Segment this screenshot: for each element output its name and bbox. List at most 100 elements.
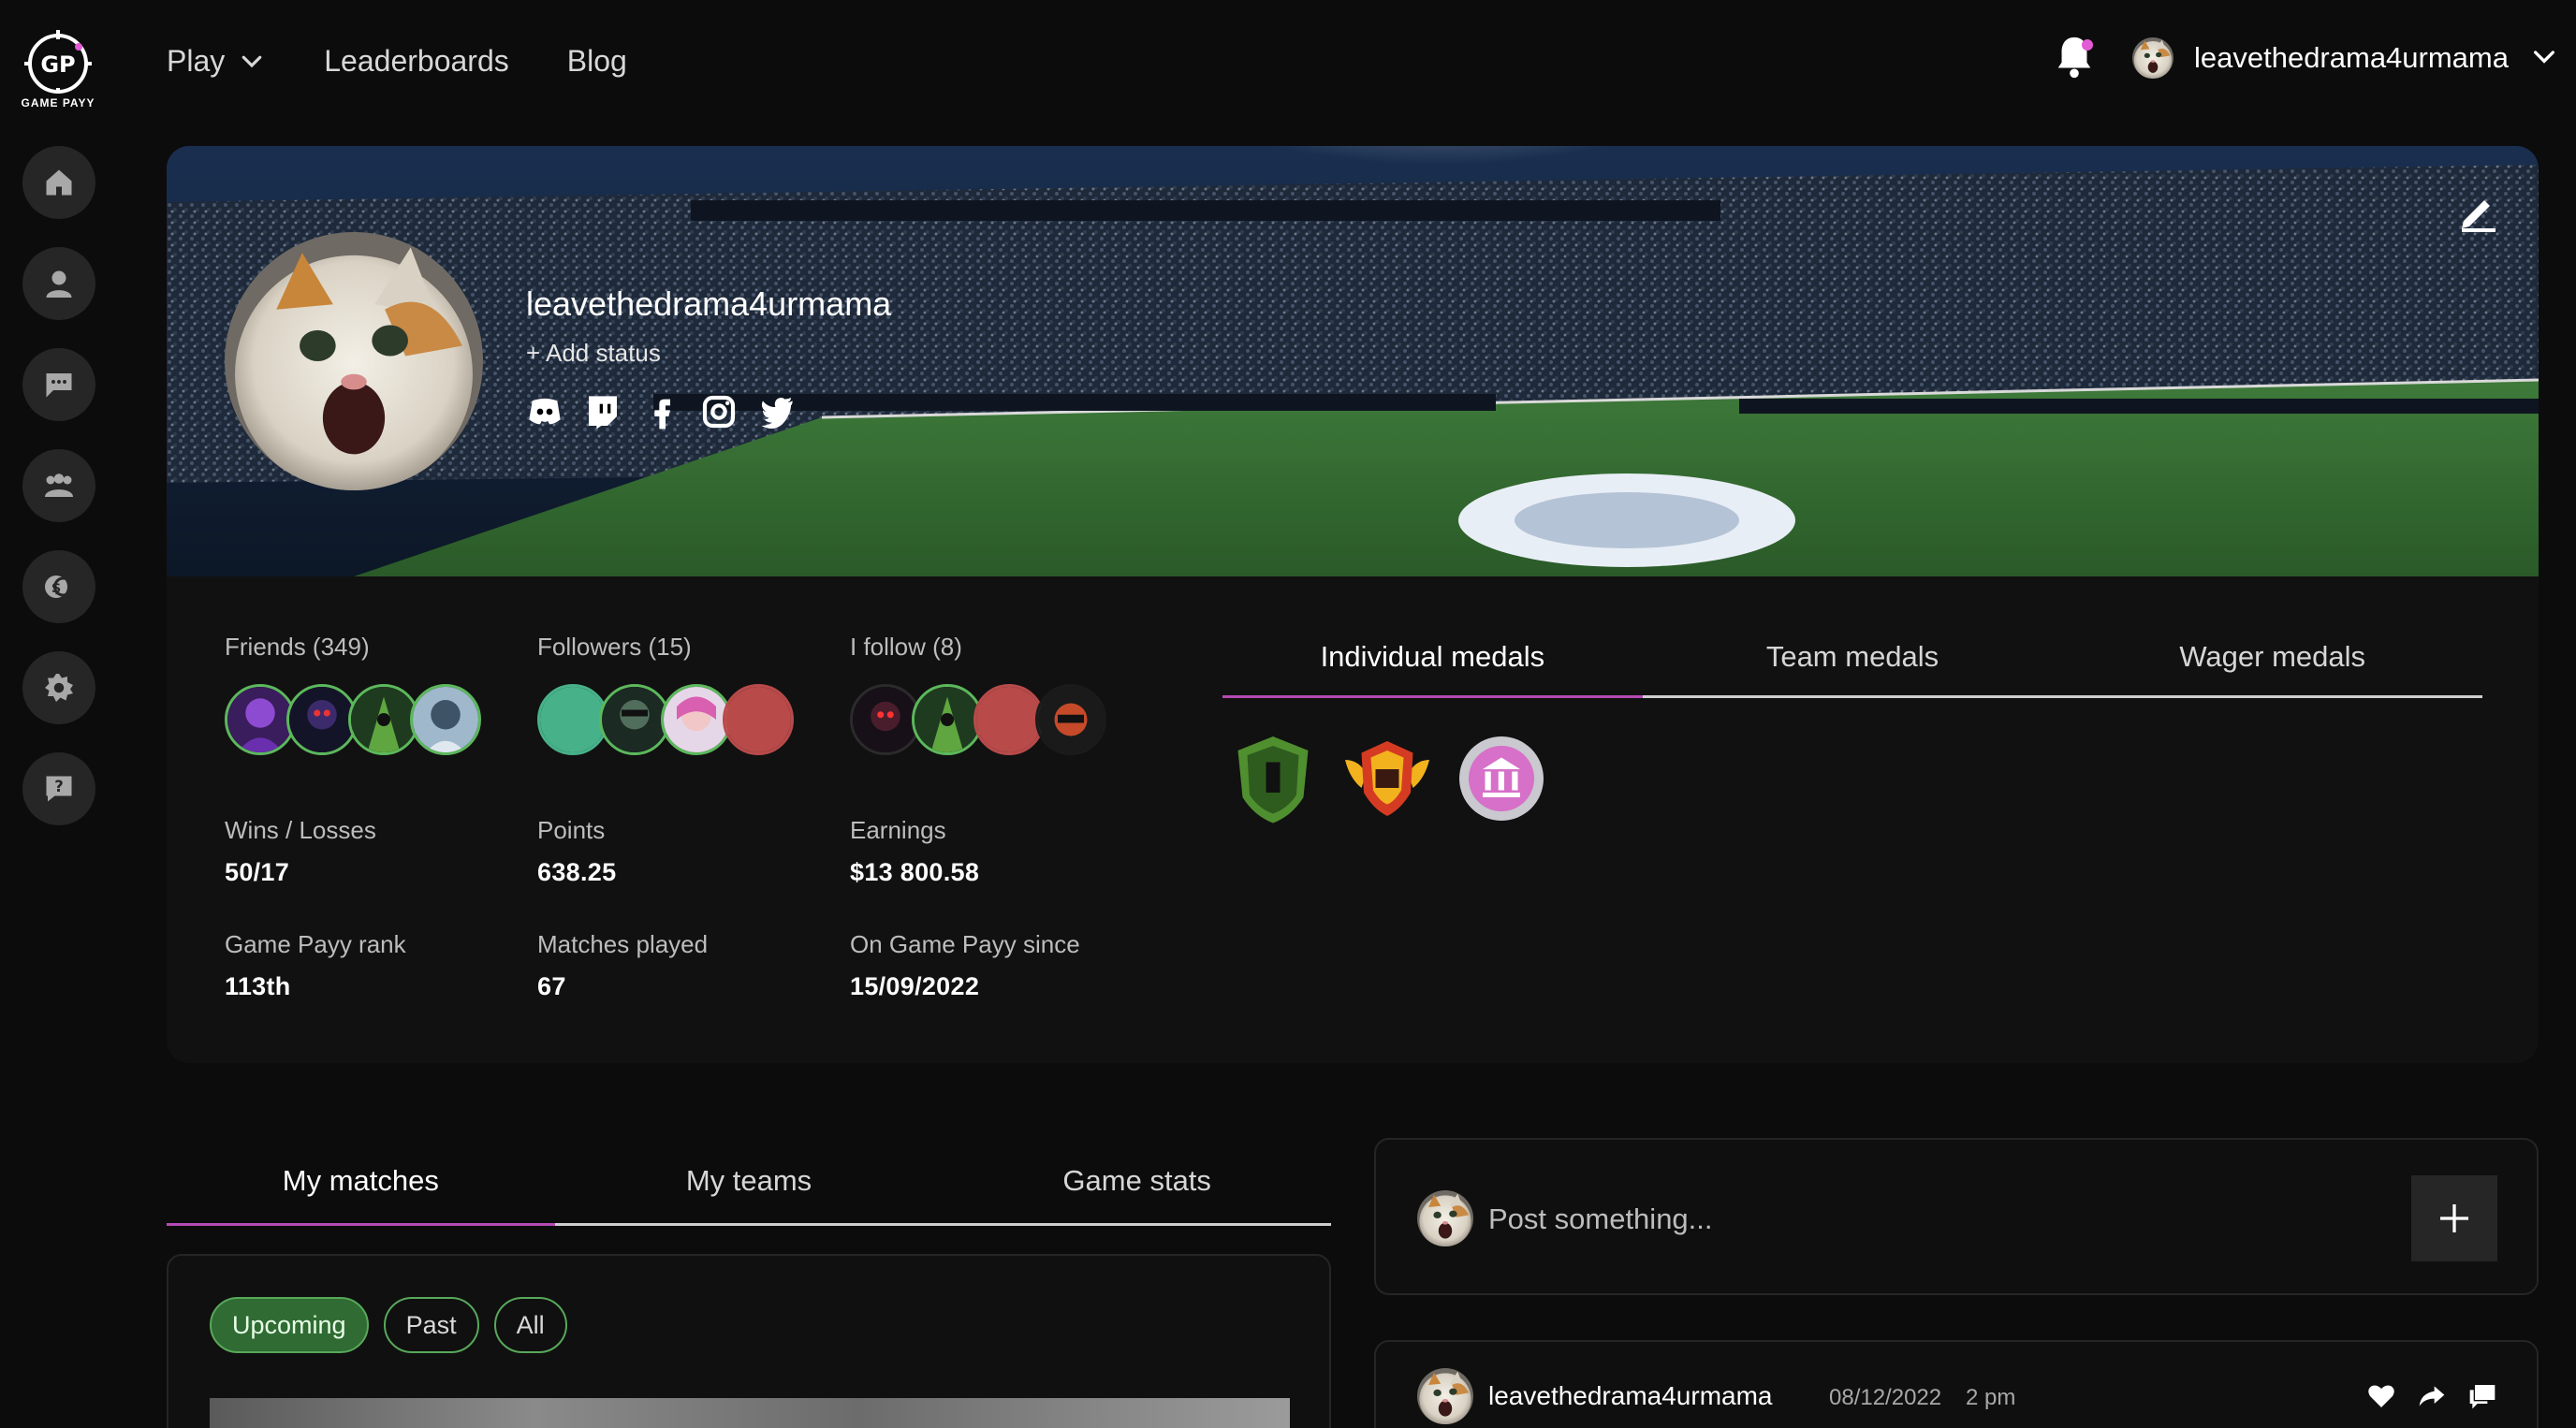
post-input[interactable] bbox=[1488, 1196, 2331, 1243]
winged-shield-medal-icon[interactable] bbox=[1340, 732, 1434, 825]
sidebar-item-settings[interactable] bbox=[22, 651, 95, 724]
shield-medal-icon[interactable] bbox=[1226, 732, 1320, 825]
share-icon[interactable] bbox=[2417, 1381, 2447, 1411]
friend-avatar[interactable] bbox=[286, 684, 358, 755]
filter-upcoming[interactable]: Upcoming bbox=[210, 1297, 369, 1353]
tab-game-stats[interactable]: Game stats bbox=[943, 1144, 1331, 1223]
plus-icon bbox=[2440, 1204, 2468, 1232]
friends-avatars bbox=[225, 684, 481, 755]
filter-all[interactable]: All bbox=[493, 1297, 567, 1353]
following-avatar[interactable] bbox=[912, 684, 983, 755]
followers-label[interactable]: Followers (15) bbox=[537, 633, 794, 662]
following-avatar[interactable] bbox=[1035, 684, 1106, 755]
following-label[interactable]: I follow (8) bbox=[850, 633, 1106, 662]
wallet-icon: $ bbox=[45, 576, 73, 598]
follower-avatar[interactable] bbox=[599, 684, 670, 755]
tab-individual-medals[interactable]: Individual medals bbox=[1222, 623, 1643, 698]
logo-text: GAME PAYY bbox=[21, 96, 95, 109]
follower-avatar[interactable] bbox=[661, 684, 732, 755]
nav-leaderboards-label: Leaderboards bbox=[324, 43, 509, 78]
sidebar-item-profile[interactable] bbox=[22, 247, 95, 320]
friend-avatar[interactable] bbox=[348, 684, 419, 755]
notifications-button[interactable] bbox=[2052, 34, 2097, 82]
svg-text:GP: GP bbox=[40, 51, 75, 78]
nav-play[interactable]: Play bbox=[167, 44, 266, 79]
chevron-down-icon[interactable] bbox=[2529, 41, 2559, 76]
wins-losses-block: Wins / Losses 50/17 bbox=[225, 816, 376, 887]
sidebar-item-home[interactable] bbox=[22, 146, 95, 219]
feed-post-time: 2 pm bbox=[1966, 1385, 2016, 1410]
matches-played-label: Matches played bbox=[537, 930, 709, 958]
user-menu: leavethedrama4urmama bbox=[2052, 28, 2559, 88]
following-avatar[interactable] bbox=[850, 684, 921, 755]
sidebar-item-help[interactable]: ? bbox=[22, 752, 95, 825]
earnings-label: Earnings bbox=[850, 816, 946, 844]
points-value: 638.25 bbox=[537, 858, 617, 886]
matches-played-value: 67 bbox=[537, 972, 566, 1000]
twitch-icon[interactable] bbox=[584, 393, 622, 430]
profile-card: leavethedrama4urmama + Add status Friend… bbox=[167, 146, 2539, 1063]
profile-avatar[interactable] bbox=[225, 232, 483, 490]
rank-block: Game Payy rank 113th bbox=[225, 930, 406, 1001]
friend-avatar[interactable] bbox=[410, 684, 481, 755]
following-avatar[interactable] bbox=[973, 684, 1045, 755]
member-since-value: 15/09/2022 bbox=[850, 972, 980, 1000]
sidebar-item-teams[interactable] bbox=[22, 449, 95, 522]
add-post-button[interactable] bbox=[2411, 1175, 2497, 1261]
nav-play-label: Play bbox=[167, 43, 226, 78]
bank-medal-icon[interactable] bbox=[1455, 732, 1548, 825]
logo-mark: GP bbox=[24, 30, 92, 94]
post-composer bbox=[1374, 1138, 2539, 1295]
friends-label[interactable]: Friends (349) bbox=[225, 633, 481, 662]
sidebar-item-chat[interactable] bbox=[22, 348, 95, 421]
filter-past[interactable]: Past bbox=[383, 1297, 479, 1353]
follower-avatar[interactable] bbox=[537, 684, 608, 755]
feed-post-actions bbox=[2366, 1381, 2497, 1411]
help-icon: ? bbox=[46, 776, 72, 802]
tab-my-teams[interactable]: My teams bbox=[555, 1144, 944, 1223]
svg-text:?: ? bbox=[54, 778, 64, 795]
match-card-image[interactable] bbox=[210, 1398, 1290, 1428]
rank-value: 113th bbox=[225, 972, 291, 1000]
feed-post-date: 08/12/2022 bbox=[1829, 1385, 1942, 1410]
feed-post: leavethedrama4urmama 08/12/2022 2 pm bbox=[1374, 1340, 2539, 1428]
followers-avatars bbox=[537, 684, 794, 755]
follower-avatar[interactable] bbox=[723, 684, 794, 755]
twitter-icon[interactable] bbox=[758, 393, 796, 430]
nav-blog[interactable]: Blog bbox=[567, 44, 627, 79]
tab-team-medals[interactable]: Team medals bbox=[1643, 623, 2063, 695]
avatar[interactable] bbox=[1417, 1368, 1473, 1424]
avatar[interactable] bbox=[2132, 37, 2174, 79]
earnings-value: $13 800.58 bbox=[850, 858, 980, 886]
feed-post-author[interactable]: leavethedrama4urmama bbox=[1488, 1381, 1773, 1411]
edit-banner-button[interactable] bbox=[2456, 189, 2501, 234]
comment-icon[interactable] bbox=[2467, 1381, 2497, 1411]
tab-my-matches[interactable]: My matches bbox=[167, 1144, 555, 1226]
settings-icon bbox=[45, 674, 73, 702]
facebook-icon[interactable] bbox=[642, 393, 680, 430]
profile-name: leavethedrama4urmama bbox=[526, 284, 892, 323]
instagram-icon[interactable] bbox=[700, 393, 738, 430]
matches-panel: Upcoming Past All bbox=[167, 1254, 1331, 1428]
followers-block: Followers (15) bbox=[537, 633, 794, 755]
top-nav: Play Leaderboards Blog bbox=[167, 37, 627, 84]
heart-icon[interactable] bbox=[2366, 1381, 2396, 1411]
points-block: Points 638.25 bbox=[537, 816, 616, 887]
friend-avatar[interactable] bbox=[225, 684, 296, 755]
profile-banner bbox=[167, 146, 2539, 576]
sidebar-item-wallet[interactable]: $ bbox=[22, 550, 95, 623]
stadium-banner-image bbox=[167, 146, 2539, 576]
add-status-button[interactable]: + Add status bbox=[526, 339, 661, 368]
teams-icon bbox=[45, 474, 73, 497]
tab-wager-medals[interactable]: Wager medals bbox=[2062, 623, 2482, 695]
discord-icon[interactable] bbox=[526, 393, 564, 430]
username[interactable]: leavethedrama4urmama bbox=[2194, 41, 2509, 75]
following-block: I follow (8) bbox=[850, 633, 1106, 755]
logo[interactable]: GP GAME PAYY bbox=[21, 28, 95, 110]
nav-blog-label: Blog bbox=[566, 43, 627, 78]
medal-list bbox=[1226, 732, 1548, 825]
friends-block: Friends (349) bbox=[225, 633, 481, 755]
medal-tabs: Individual medals Team medals Wager meda… bbox=[1222, 623, 2482, 698]
nav-leaderboards[interactable]: Leaderboards bbox=[324, 44, 508, 79]
wins-losses-value: 50/17 bbox=[225, 858, 290, 886]
